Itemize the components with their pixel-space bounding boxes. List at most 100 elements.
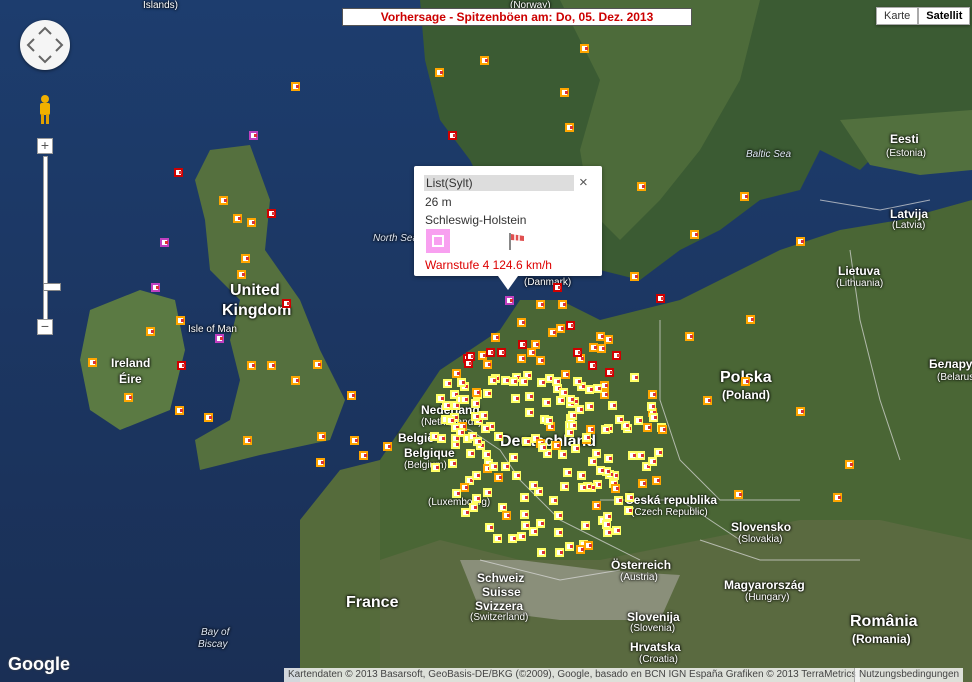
station-marker[interactable] <box>491 333 500 342</box>
station-marker[interactable] <box>558 300 567 309</box>
station-marker[interactable] <box>519 377 528 386</box>
station-marker[interactable] <box>611 484 620 493</box>
station-marker[interactable] <box>480 56 489 65</box>
station-marker[interactable] <box>556 396 565 405</box>
station-marker[interactable] <box>527 348 536 357</box>
station-marker[interactable] <box>520 510 529 519</box>
station-marker[interactable] <box>740 192 749 201</box>
station-marker[interactable] <box>637 182 646 191</box>
station-marker[interactable] <box>589 343 598 352</box>
station-marker[interactable] <box>494 432 503 441</box>
popup-close-button[interactable]: × <box>579 174 588 191</box>
station-marker[interactable] <box>537 548 546 557</box>
station-marker[interactable] <box>460 395 469 404</box>
station-marker[interactable] <box>525 392 534 401</box>
station-marker[interactable] <box>796 237 805 246</box>
station-marker[interactable] <box>471 399 480 408</box>
zoom-in-button[interactable]: + <box>37 138 53 154</box>
station-marker[interactable] <box>563 468 572 477</box>
station-marker[interactable] <box>237 270 246 279</box>
station-marker[interactable] <box>489 462 498 471</box>
station-marker[interactable] <box>658 425 667 434</box>
station-marker[interactable] <box>649 413 658 422</box>
station-marker[interactable] <box>486 348 495 357</box>
station-marker[interactable] <box>493 534 502 543</box>
station-marker[interactable] <box>604 454 613 463</box>
station-marker[interactable] <box>538 443 547 452</box>
station-marker[interactable] <box>160 238 169 247</box>
station-marker[interactable] <box>703 396 712 405</box>
station-marker[interactable] <box>634 416 643 425</box>
station-marker[interactable] <box>566 321 575 330</box>
station-marker[interactable] <box>746 315 755 324</box>
station-marker[interactable] <box>542 398 551 407</box>
station-marker[interactable] <box>652 476 661 485</box>
station-marker[interactable] <box>571 444 580 453</box>
station-marker[interactable] <box>460 483 469 492</box>
station-marker[interactable] <box>517 318 526 327</box>
station-marker[interactable] <box>580 44 589 53</box>
station-marker[interactable] <box>648 457 657 466</box>
station-marker[interactable] <box>488 376 497 385</box>
station-marker[interactable] <box>624 506 633 515</box>
station-marker[interactable] <box>483 360 492 369</box>
station-marker[interactable] <box>317 432 326 441</box>
station-marker[interactable] <box>469 503 478 512</box>
station-marker[interactable] <box>517 532 526 541</box>
station-marker[interactable] <box>347 391 356 400</box>
station-marker[interactable] <box>291 82 300 91</box>
station-marker[interactable] <box>630 272 639 281</box>
station-marker[interactable] <box>536 300 545 309</box>
station-marker[interactable] <box>588 361 597 370</box>
station-marker[interactable] <box>383 442 392 451</box>
station-marker[interactable] <box>481 424 490 433</box>
station-marker[interactable] <box>151 283 160 292</box>
station-marker[interactable] <box>177 361 186 370</box>
station-marker[interactable] <box>636 451 645 460</box>
map-type-satellite-button[interactable]: Satellit <box>918 7 971 25</box>
station-marker[interactable] <box>511 394 520 403</box>
station-marker[interactable] <box>573 377 582 386</box>
station-marker[interactable] <box>554 511 563 520</box>
station-marker[interactable] <box>531 340 540 349</box>
station-marker[interactable] <box>479 411 488 420</box>
station-marker[interactable] <box>176 316 185 325</box>
station-marker[interactable] <box>576 545 585 554</box>
station-marker[interactable] <box>485 523 494 532</box>
terms-link[interactable]: Nutzungsbedingungen <box>854 668 964 682</box>
station-marker[interactable] <box>558 450 567 459</box>
pan-control[interactable] <box>20 20 70 70</box>
station-marker[interactable] <box>647 402 656 411</box>
station-marker[interactable] <box>431 463 440 472</box>
station-marker[interactable] <box>584 541 593 550</box>
station-marker[interactable] <box>442 401 451 410</box>
station-marker[interactable] <box>517 354 526 363</box>
station-marker[interactable] <box>219 196 228 205</box>
station-marker[interactable] <box>628 451 637 460</box>
station-marker[interactable] <box>568 421 577 430</box>
station-marker[interactable] <box>608 401 617 410</box>
station-marker[interactable] <box>656 294 665 303</box>
station-marker[interactable] <box>554 528 563 537</box>
station-marker[interactable] <box>175 406 184 415</box>
station-marker[interactable] <box>466 449 475 458</box>
station-marker[interactable] <box>585 402 594 411</box>
station-marker[interactable] <box>612 351 621 360</box>
map-type-map-button[interactable]: Karte <box>876 7 919 25</box>
station-marker[interactable] <box>603 528 612 537</box>
station-marker[interactable] <box>505 296 514 305</box>
station-marker[interactable] <box>648 390 657 399</box>
station-marker[interactable] <box>482 450 491 459</box>
station-marker[interactable] <box>124 393 133 402</box>
station-marker[interactable] <box>483 389 492 398</box>
station-marker[interactable] <box>249 131 258 140</box>
station-marker[interactable] <box>494 473 503 482</box>
station-marker[interactable] <box>291 376 300 385</box>
station-marker[interactable] <box>592 501 601 510</box>
station-marker[interactable] <box>734 490 743 499</box>
station-marker[interactable] <box>446 416 455 425</box>
station-marker[interactable] <box>556 324 565 333</box>
station-marker[interactable] <box>630 373 639 382</box>
station-marker[interactable] <box>233 214 242 223</box>
station-marker[interactable] <box>565 123 574 132</box>
